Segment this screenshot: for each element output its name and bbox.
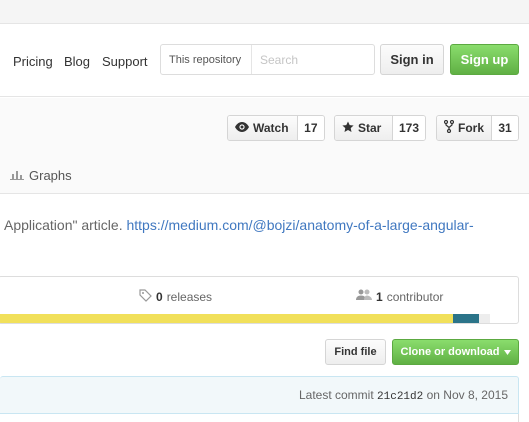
tab-graphs[interactable]: Graphs	[10, 168, 72, 183]
releases-stat[interactable]: 0 releases	[139, 289, 212, 305]
tab-graphs-label: Graphs	[29, 168, 72, 183]
find-file-button[interactable]: Find file	[325, 339, 386, 365]
latest-commit-bar: Latest commit 21c21d2 on Nov 8, 2015	[0, 376, 519, 414]
clone-download-label: Clone or download	[400, 346, 500, 358]
file-list-edge	[0, 414, 519, 422]
star-count[interactable]: 173	[393, 116, 425, 140]
site-header: Pricing Blog Support This repository Sig…	[0, 24, 529, 97]
sign-in-button[interactable]: Sign in	[380, 44, 444, 75]
fork-count[interactable]: 31	[492, 116, 518, 140]
fork-icon	[443, 119, 455, 136]
language-segment[interactable]	[478, 314, 491, 323]
watch-count[interactable]: 17	[297, 116, 324, 140]
sign-up-button[interactable]: Sign up	[450, 44, 519, 75]
repo-stats: 0 releases 1 contributor	[0, 276, 519, 324]
graph-icon	[10, 168, 24, 183]
eye-icon	[235, 121, 249, 135]
star-button[interactable]: Star	[335, 116, 393, 140]
repo-description: Application" article. https://medium.com…	[4, 217, 474, 233]
contributors-label: contributor	[386, 289, 444, 304]
description-text: Application" article.	[4, 217, 127, 233]
language-segment[interactable]	[0, 314, 454, 323]
search-scope-label: This repository	[161, 45, 252, 74]
fork-label: Fork	[458, 121, 485, 135]
fork-button[interactable]: Fork	[437, 116, 492, 140]
releases-count: 0	[156, 290, 163, 304]
language-segment[interactable]	[453, 314, 479, 323]
search-input[interactable]	[252, 45, 367, 74]
caret-down-icon	[503, 346, 511, 358]
repo-header	[0, 98, 529, 194]
star-icon	[342, 121, 354, 136]
commit-sha[interactable]: 21c21d2	[377, 391, 423, 403]
search-box: This repository	[160, 44, 375, 75]
commit-prefix: Latest commit	[298, 388, 374, 402]
clone-download-button[interactable]: Clone or download	[392, 339, 519, 365]
people-icon	[356, 289, 372, 304]
watch-group: Watch 17	[227, 115, 325, 141]
star-group: Star 173	[334, 115, 426, 141]
contributors-count: 1	[376, 289, 383, 304]
watch-button[interactable]: Watch	[228, 116, 298, 140]
latest-commit-info: Latest commit 21c21d2 on Nov 8, 2015	[299, 388, 508, 403]
nav-pricing-link[interactable]: Pricing	[13, 54, 53, 69]
top-strip	[0, 0, 529, 24]
tag-icon	[139, 289, 152, 305]
watch-label: Watch	[253, 121, 289, 135]
releases-label: releases	[166, 290, 213, 304]
commit-date: on Nov 8, 2015	[426, 388, 508, 402]
fork-group: Fork 31	[436, 115, 519, 141]
language-bar[interactable]	[0, 314, 518, 323]
nav-blog-link[interactable]: Blog	[64, 54, 90, 69]
contributors-stat[interactable]: 1 contributor	[356, 289, 443, 304]
star-label: Star	[358, 121, 382, 135]
nav-support-link[interactable]: Support	[102, 54, 148, 69]
description-link[interactable]: https://medium.com/@bojzi/anatomy-of-a-l…	[126, 217, 473, 233]
